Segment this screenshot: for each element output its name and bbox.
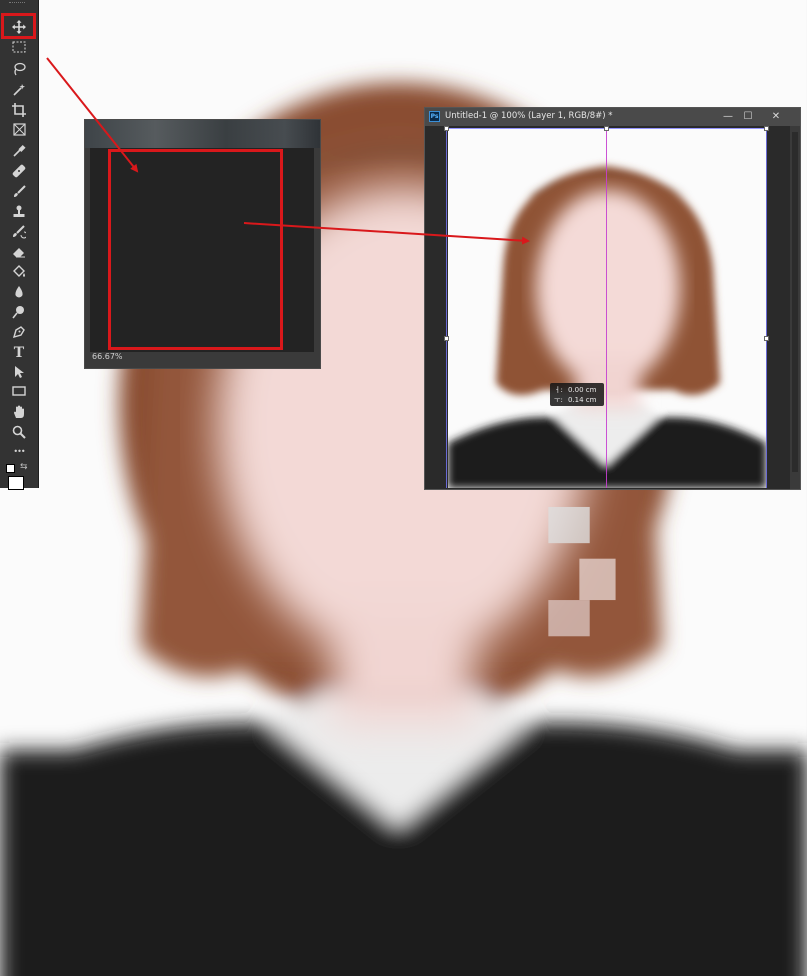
zoom-icon[interactable] [8,423,30,443]
eyedropper-icon[interactable] [8,142,30,162]
move-tool-highlight [1,13,36,39]
move-measurement-tooltip: ㅓ: 0.00 cm ㅜ: 0.14 cm [550,383,604,406]
tools-panel: T ••• ⇆ [0,0,39,490]
swap-colors-icon[interactable]: ⇆ [20,462,28,472]
rectangular-marquee-icon[interactable] [8,39,30,59]
floating-document-titlebar[interactable] [85,120,320,148]
rectangle-icon[interactable] [8,383,30,403]
large-portrait-layer[interactable] [448,128,766,488]
type-icon[interactable]: T [8,343,30,363]
hand-icon[interactable] [8,403,30,423]
delta-y-label: ㅜ: [554,396,563,404]
pen-icon[interactable] [8,323,30,343]
transform-handle-left[interactable] [444,336,449,341]
transform-handle-top-left[interactable] [444,126,449,131]
brush-icon[interactable] [8,183,30,203]
document-title: Untitled-1 @ 100% (Layer 1, RGB/8#) * [445,111,613,121]
delta-x-label: ㅓ: [554,386,563,394]
transform-handle-top-right[interactable] [764,126,769,131]
crop-icon[interactable] [8,101,30,121]
paint-bucket-icon[interactable] [8,263,30,283]
transform-handle-right[interactable] [764,336,769,341]
panel-grip[interactable] [9,2,25,6]
default-colors-icon[interactable] [6,464,15,473]
scrollbar-thumb[interactable] [792,132,798,472]
transform-handle-top[interactable] [604,126,609,131]
bandage-icon[interactable] [8,162,30,182]
close-button[interactable]: ✕ [769,109,783,124]
arrow-icon[interactable] [8,363,30,383]
lasso-icon[interactable] [8,60,30,80]
small-image-highlight [108,149,283,350]
smart-guide [606,128,607,488]
vertical-scrollbar[interactable] [790,126,800,489]
delta-y-value: 0.14 cm [568,396,597,404]
ellipsis-icon[interactable]: ••• [8,442,30,462]
document-titlebar[interactable]: Ps Untitled-1 @ 100% (Layer 1, RGB/8#) *… [425,108,800,126]
maximize-button[interactable]: ☐ [741,109,755,124]
delta-x-value: 0.00 cm [568,386,597,394]
history-brush-icon[interactable] [8,223,30,243]
frame-icon[interactable] [8,121,30,141]
stamp-icon[interactable] [8,203,30,223]
photoshop-icon: Ps [429,111,440,122]
magic-wand-icon[interactable] [8,81,30,101]
dodge-icon[interactable] [8,303,30,323]
transform-box-left [446,128,447,488]
transform-box-right [766,128,767,488]
drop-icon[interactable] [8,283,30,303]
eraser-icon[interactable] [8,243,30,263]
zoom-level: 66.67% [92,352,123,361]
minimize-button[interactable]: — [721,109,735,124]
